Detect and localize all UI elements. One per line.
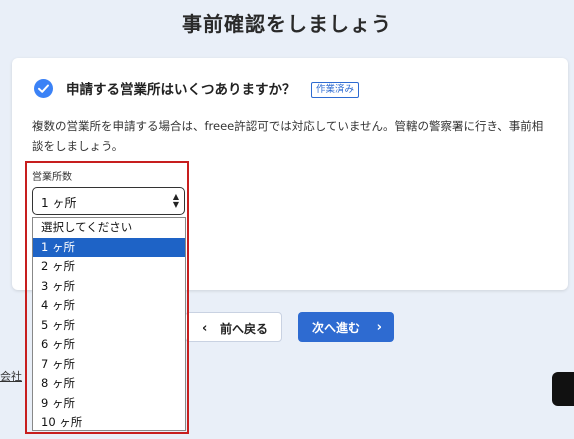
back-button-label: 前へ戻る — [220, 322, 269, 336]
dropdown-option[interactable]: 8 ヶ所 — [33, 374, 185, 394]
dropdown-option[interactable]: 3 ヶ所 — [33, 277, 185, 297]
status-badge: 作業済み — [311, 82, 360, 98]
description-text: 複数の営業所を申請する場合は、freee許認可では対応していません。管轄の警察署… — [32, 119, 544, 153]
back-button[interactable]: ‹ 前へ戻る — [185, 312, 282, 342]
dropdown-option[interactable]: 1 ヶ所 — [33, 237, 185, 257]
floating-help-button[interactable] — [552, 372, 574, 406]
chevron-right-icon: › — [376, 320, 382, 335]
dropdown-option[interactable]: 10 ヶ所 — [33, 413, 185, 433]
select-value: 1 ヶ所 — [41, 196, 77, 210]
next-button-label: 次へ進む — [312, 321, 361, 335]
dropdown-option[interactable]: 5 ヶ所 — [33, 316, 185, 336]
company-link[interactable]: 会社 — [0, 368, 30, 384]
office-count-dropdown: 選択してください 1 ヶ所 2 ヶ所 3 ヶ所 4 ヶ所 5 ヶ所 6 ヶ所 7 ヶ所 8 ヶ所… — [32, 217, 186, 431]
dropdown-option[interactable]: 9 ヶ所 — [33, 394, 185, 414]
office-count-label: 営業所数 — [32, 172, 72, 183]
dropdown-option[interactable]: 4 ヶ所 — [33, 296, 185, 316]
dropdown-option[interactable]: 選択してください — [33, 218, 185, 238]
dropdown-option[interactable]: 2 ヶ所 — [33, 257, 185, 277]
dropdown-option[interactable]: 6 ヶ所 — [33, 335, 185, 355]
next-button[interactable]: 次へ進む › — [298, 312, 394, 342]
page-title: 事前確認をしましょう — [182, 12, 392, 36]
question-text: 申請する営業所はいくつありますか？ — [66, 82, 296, 98]
select-arrows-icon: ▲ ▼ — [172, 192, 179, 209]
office-count-select[interactable]: 1 ヶ所 ▲ ▼ — [32, 187, 185, 215]
chevron-left-icon: ‹ — [202, 321, 208, 336]
check-circle-icon — [34, 79, 53, 98]
dropdown-option[interactable]: 7 ヶ所 — [33, 355, 185, 375]
